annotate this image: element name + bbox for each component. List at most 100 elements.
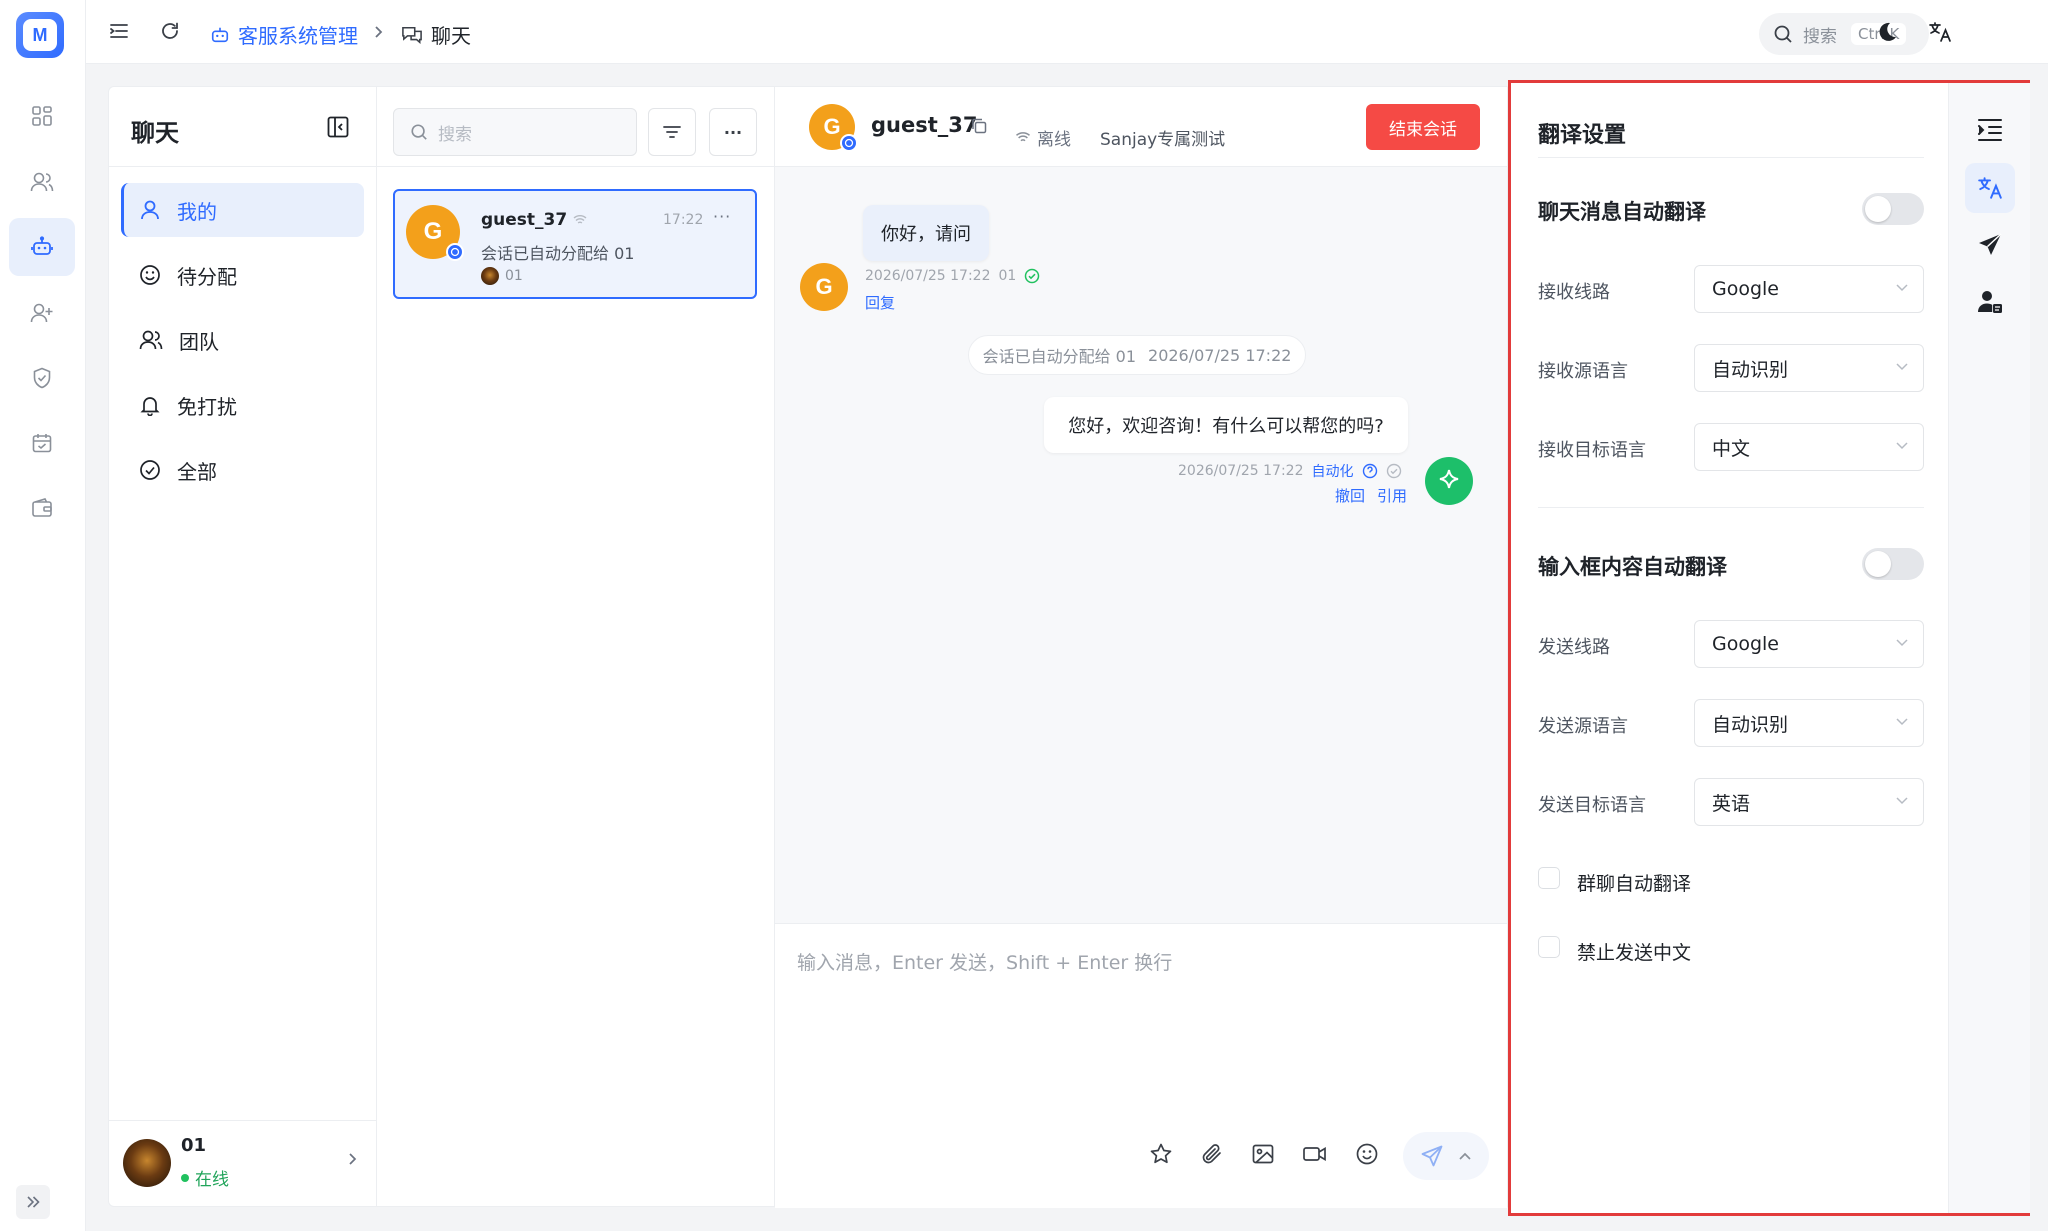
collapse-panel-icon[interactable] <box>326 115 350 139</box>
contact-status: 离线 <box>1015 125 1071 150</box>
reply-link[interactable]: 回复 <box>865 292 895 313</box>
conversation-item[interactable]: G guest_37 17:22 ··· 会话已自动分配给 01 01 <box>393 189 757 299</box>
nav-item-mine[interactable]: 我的 <box>121 183 364 237</box>
conversation-more-icon[interactable]: ··· <box>713 207 731 226</box>
chevron-down-icon <box>1896 797 1908 805</box>
select-value: 自动识别 <box>1712 358 1789 381</box>
smile-icon <box>140 265 160 285</box>
rail-wallet-icon[interactable] <box>9 479 75 537</box>
more-button[interactable]: ··· <box>709 108 757 156</box>
send-tool-icon[interactable] <box>1965 220 2015 270</box>
avatar-letter: G <box>815 274 833 299</box>
block-chinese-checkbox[interactable] <box>1538 936 1560 958</box>
receive-route-select[interactable]: Google <box>1694 265 1924 313</box>
chevron-down-icon <box>1896 718 1908 726</box>
emoji-icon[interactable] <box>1355 1142 1379 1166</box>
nav-item-label: 全部 <box>177 459 217 484</box>
status-label: 在线 <box>195 1170 229 1190</box>
dark-mode-icon[interactable] <box>1876 21 1898 43</box>
contact-avatar: G <box>800 263 848 311</box>
end-session-button[interactable]: 结束会话 <box>1366 104 1480 150</box>
message-composer[interactable]: 输入消息，Enter 发送，Shift + Enter 换行 <box>775 923 1507 1208</box>
contact-profile-icon[interactable] <box>1965 277 2015 327</box>
channel-badge-icon <box>840 134 858 152</box>
chevron-down-icon <box>1896 284 1908 292</box>
star-icon[interactable] <box>1149 1142 1173 1166</box>
team-icon <box>139 330 163 350</box>
select-value: 自动识别 <box>1712 713 1789 736</box>
block-chinese-label: 禁止发送中文 <box>1577 942 1692 964</box>
rail-users-icon[interactable] <box>9 153 75 211</box>
conversation-name: guest_37 <box>481 210 587 230</box>
chevron-right-icon <box>372 25 384 39</box>
message-bubble-incoming[interactable]: 你好，请问 <box>863 205 989 261</box>
current-user-card[interactable]: 01 在线 <box>109 1120 376 1206</box>
filter-button[interactable] <box>648 108 696 156</box>
channel-badge-icon <box>446 243 464 261</box>
app-logo[interactable]: M <box>16 12 64 58</box>
current-user-name: 01 <box>181 1135 207 1156</box>
wifi-icon <box>1015 132 1031 142</box>
translate-tool-icon[interactable] <box>1965 163 2015 213</box>
rail-shield-icon[interactable] <box>9 349 75 407</box>
sent-check-icon <box>1386 463 1401 479</box>
system-text: 会话已自动分配给 01 <box>982 347 1137 366</box>
breadcrumb-item[interactable]: 客服系统管理 <box>210 20 358 49</box>
recall-link[interactable]: 撤回 <box>1335 485 1365 506</box>
select-value: Google <box>1712 633 1780 655</box>
avatar <box>481 267 499 285</box>
sparkle-icon <box>1439 469 1459 489</box>
help-icon[interactable] <box>1362 463 1378 479</box>
attachment-icon[interactable] <box>1200 1142 1224 1166</box>
avatar-letter: G <box>823 114 841 139</box>
chat-nav-panel: 聊天 我的 待分配 团队 免打扰 全部 01 在线 <box>108 86 377 1207</box>
quote-link[interactable]: 引用 <box>1377 485 1407 506</box>
chevron-down-icon <box>1896 363 1908 371</box>
receive-translate-toggle[interactable] <box>1862 193 1924 225</box>
conversation-search-input[interactable]: 搜索 <box>393 108 637 156</box>
send-target-select[interactable]: 英语 <box>1694 778 1924 826</box>
video-icon[interactable] <box>1302 1142 1328 1166</box>
breadcrumb-label: 聊天 <box>431 24 471 48</box>
group-translate-label: 群聊自动翻译 <box>1577 873 1692 895</box>
rail-add-user-icon[interactable] <box>9 284 75 342</box>
conversation-list-panel: 搜索 ··· G guest_37 17:22 ··· 会话已自动分配给 01 … <box>377 86 775 1207</box>
receive-target-select[interactable]: 中文 <box>1694 423 1924 471</box>
nav-item-all[interactable]: 全部 <box>121 443 364 497</box>
receive-source-select[interactable]: 自动识别 <box>1694 344 1924 392</box>
message-actions: 撤回 引用 <box>1335 485 1407 506</box>
left-rail: M <box>0 0 86 1231</box>
conversation-name-label: guest_37 <box>481 210 568 230</box>
search-placeholder: 搜索 <box>438 124 472 145</box>
breadcrumb-label: 客服系统管理 <box>238 24 358 48</box>
copy-icon[interactable] <box>970 117 988 135</box>
translate-icon[interactable] <box>1928 21 1952 43</box>
nav-item-team[interactable]: 团队 <box>121 313 364 367</box>
global-search[interactable]: 搜索 Ctrl K <box>1759 13 1929 55</box>
image-icon[interactable] <box>1251 1142 1275 1166</box>
send-source-select[interactable]: 自动识别 <box>1694 699 1924 747</box>
nav-item-dnd[interactable]: 免打扰 <box>121 378 364 432</box>
menu-toggle-icon[interactable] <box>108 20 130 42</box>
contact-avatar[interactable]: G <box>809 104 858 152</box>
select-value: 英语 <box>1712 792 1751 815</box>
group-translate-checkbox[interactable] <box>1538 867 1560 889</box>
collapse-right-panel-icon[interactable] <box>1965 105 2015 155</box>
nav-item-unassigned[interactable]: 待分配 <box>121 248 364 302</box>
breadcrumb-current: 聊天 <box>401 20 471 49</box>
send-button[interactable] <box>1403 1132 1489 1180</box>
refresh-icon[interactable] <box>159 20 181 42</box>
send-route-select[interactable]: Google <box>1694 620 1924 668</box>
avatar-letter: G <box>423 218 443 245</box>
select-value: 中文 <box>1712 437 1751 460</box>
rail-dashboard-icon[interactable] <box>9 87 75 145</box>
bot-avatar <box>1425 457 1473 505</box>
check-circle-icon <box>140 460 160 480</box>
chevron-up-icon[interactable] <box>1458 1151 1472 1161</box>
send-translate-toggle[interactable] <box>1862 548 1924 580</box>
message-bubble-outgoing[interactable]: 您好，欢迎咨询！有什么可以帮您的吗? <box>1044 397 1408 453</box>
expand-sidebar-icon[interactable] <box>16 1185 50 1219</box>
contact-name: guest_37 <box>871 113 978 137</box>
rail-robot-icon[interactable] <box>9 218 75 276</box>
rail-calendar-icon[interactable] <box>9 414 75 472</box>
